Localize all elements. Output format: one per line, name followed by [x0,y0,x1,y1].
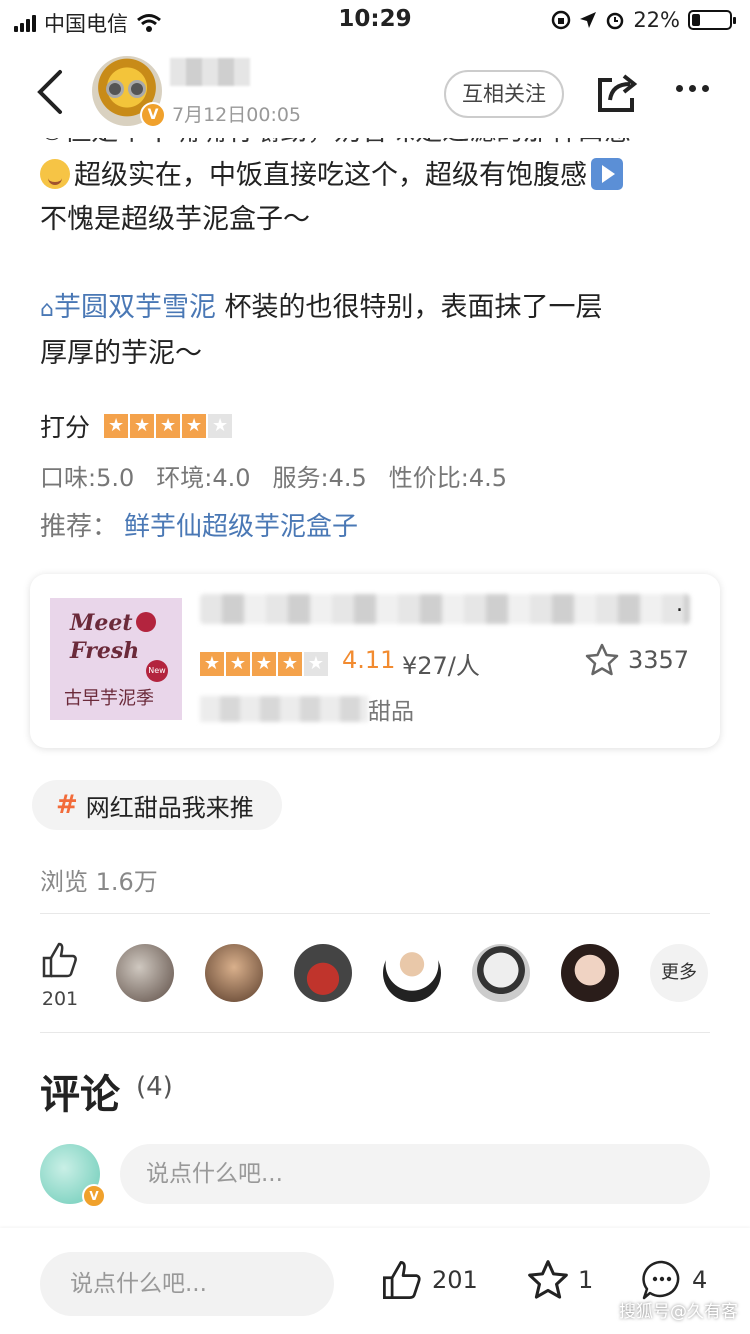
shop-category-blurred [200,696,368,722]
shop-rating-stars [200,652,328,676]
like-count: 201 [41,988,79,1010]
location-icon [580,12,597,28]
star-outline-icon [528,1260,568,1299]
shop-score: 4.11 [342,646,396,674]
mutual-follow-button[interactable]: 互相关注 [444,70,564,118]
post-text-line: 超级实在，中饭直接吃这个，超级有饱腹感 [40,154,720,198]
sub-score: 服务:4.5 [272,464,367,492]
like-button[interactable]: 201 [40,940,80,1010]
share-icon[interactable] [596,70,640,114]
shop-card[interactable]: Meet Fresh New 古早芋泥季 . 4.11 ¥27/人 3357 甜… [30,574,720,748]
sub-score: 性价比:4.5 [388,464,508,492]
star-empty-icon [304,652,328,676]
alarm-icon [607,12,624,30]
sub-score: 环境:4.0 [156,464,251,492]
bottom-favorite-button[interactable]: 1 [526,1258,593,1302]
bottom-comment-input[interactable]: 说点什么吧... [40,1252,334,1316]
star-filled-icon [278,652,302,676]
comments-title: 评论 [40,1072,120,1118]
author-name-blurred[interactable] [170,58,250,86]
post-text-line: ⌂芋圆双芋雪泥 杯装的也很特别，表面抹了一层 [40,286,720,332]
rating-stars [104,414,233,438]
bottom-action-bar: 说点什么吧... 201 1 4 搜狐号@久有客 [0,1228,750,1334]
star-filled-icon [156,414,181,438]
star-filled-icon [130,414,155,438]
rating-label: 打分 [40,413,91,442]
divider [40,913,710,914]
recommend-dish-link[interactable]: 鲜芋仙超级芋泥盒子 [124,512,358,542]
shop-name-blurred [200,594,690,624]
post-header: V 7月12日00:05 互相关注 [0,48,750,138]
star-filled-icon [200,652,224,676]
star-filled-icon [104,414,129,438]
bottom-comment-button[interactable]: 4 [640,1258,707,1302]
shop-favorite[interactable]: 3357 [584,642,689,678]
battery-icon [688,10,736,30]
sub-scores: 口味:5.0 环境:4.0 服务:4.5 性价比:4.5 [40,458,507,493]
star-filled-icon [182,414,207,438]
hashtag-icon: # [56,790,78,820]
verified-badge-icon: V [140,102,166,128]
thumbs-up-icon [383,1261,421,1299]
comments-count: (4) [136,1072,173,1102]
sub-score: 口味:5.0 [40,464,135,492]
shop-category: 甜品 [368,699,414,725]
status-right: 22% [551,8,736,32]
my-avatar: V [40,1144,106,1208]
post-body: ⑤但是个干嘴嘴有嚼劲，奶香味是过滤的那种口感 超级实在，中饭直接吃这个，超级有饱… [40,116,720,376]
dish-tag-link[interactable]: ⌂芋圆双芋雪泥 [40,292,216,323]
view-count: 浏览 1.6万 [40,868,158,896]
rotation-lock-icon [552,10,571,30]
topic-label: 网红甜品我来推 [85,793,254,822]
author-avatar[interactable]: V [92,56,166,128]
bottom-like-count: 201 [432,1266,478,1294]
recommend-row: 推荐： 鲜芋仙超级芋泥盒子 [40,512,359,542]
liker-avatar[interactable] [116,944,174,1002]
liker-avatar[interactable] [561,944,619,1002]
star-filled-icon [252,652,276,676]
post-time: 7月12日00:05 [172,104,302,126]
yummy-emoji-icon [40,159,70,189]
watermark: 搜狐号@久有客 [619,1302,738,1322]
bottom-fav-count: 1 [578,1266,594,1294]
thumbs-up-icon [42,942,77,978]
topic-tag[interactable]: # 网红甜品我来推 [32,780,282,830]
rating-row: 打分 [40,408,233,444]
star-outline-icon [585,643,619,676]
status-bar: 中国电信 10:29 22% [0,0,750,40]
liker-avatar[interactable] [205,944,263,1002]
bottom-comment-count: 4 [692,1266,708,1294]
liker-avatars: 更多 [116,944,708,1002]
comment-input[interactable]: 说点什么吧... [120,1144,710,1204]
post-text-line: 厚厚的芋泥～ [40,338,202,369]
back-arrow-icon[interactable] [32,68,72,116]
shop-price: ¥27/人 [402,652,480,680]
liker-avatar[interactable] [472,944,530,1002]
liker-avatar[interactable] [294,944,352,1002]
play-emoji-icon [591,158,623,190]
verified-badge-icon: V [82,1184,106,1208]
battery-percent: 22% [633,8,680,32]
shop-image: Meet Fresh New 古早芋泥季 [50,598,182,720]
divider [40,1032,710,1033]
post-text-line: 不愧是超级芋泥盒子～ [40,204,310,235]
bottom-like-button[interactable]: 201 [380,1258,478,1302]
star-filled-icon [226,652,250,676]
shop-name-tail: . [676,592,683,617]
liker-avatar[interactable] [383,944,441,1002]
star-empty-icon [208,414,233,438]
more-likers-button[interactable]: 更多 [650,944,708,1002]
shop-fav-count: 3357 [628,646,690,674]
more-icon[interactable] [676,78,716,98]
dish-tag-icon: ⌂ [40,297,54,322]
comment-bubble-icon [642,1260,680,1300]
